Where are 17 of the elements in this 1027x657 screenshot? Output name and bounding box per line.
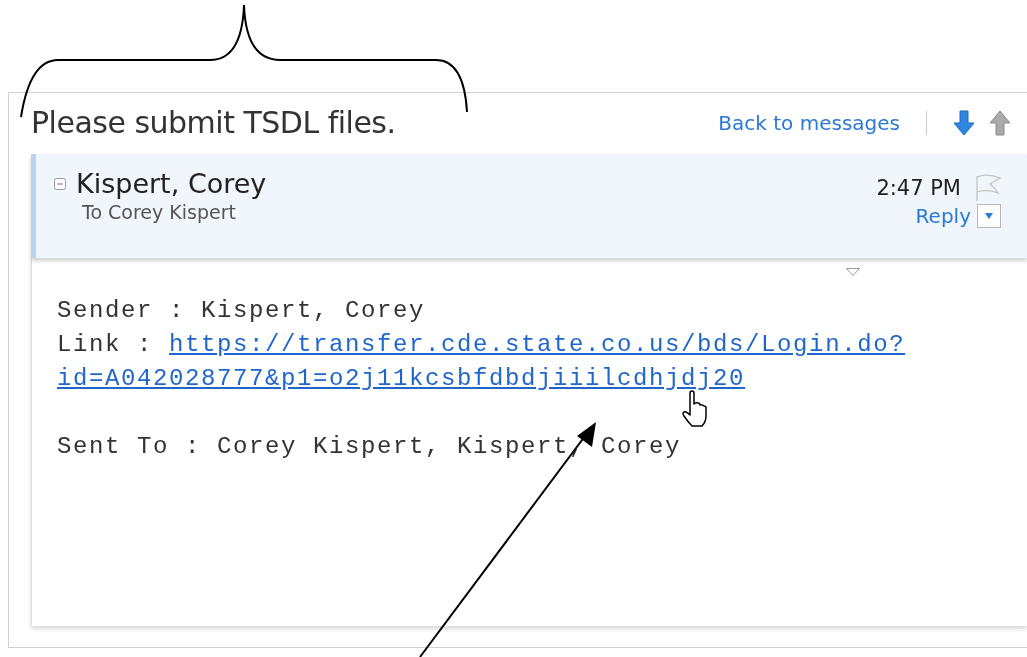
down-arrow-icon[interactable] [953,109,975,136]
collapse-icon[interactable] [54,177,66,190]
message-text-line: Sender : Kispert, Corey [57,296,427,326]
caret-icon [985,213,993,219]
reply-button[interactable]: Reply [915,204,971,228]
recipients: To Corey Kispert [82,201,237,223]
reply-dropdown-button[interactable] [977,204,1001,228]
transfer-link[interactable]: https://transfer.cde.state.co.us/bds/Login.do? [169,331,906,358]
transfer-link[interactable]: id=A042028777&p1=o2j11kcsbfdbdjiiilcdhjdj20 [57,365,746,392]
expand-triangle-icon[interactable] [846,268,860,277]
message-text-line: Sent To : Corey Kispert, Kispert, Corey [57,432,683,462]
up-arrow-icon[interactable] [989,109,1011,136]
back-to-messages-link[interactable]: Back to messages [718,110,900,135]
message-subject: Please submit TSDL files. [31,105,396,140]
message-time: 2:47 PM [876,176,961,200]
sender-name: Kispert, Corey [76,168,267,199]
link-label: Link : [57,331,153,358]
